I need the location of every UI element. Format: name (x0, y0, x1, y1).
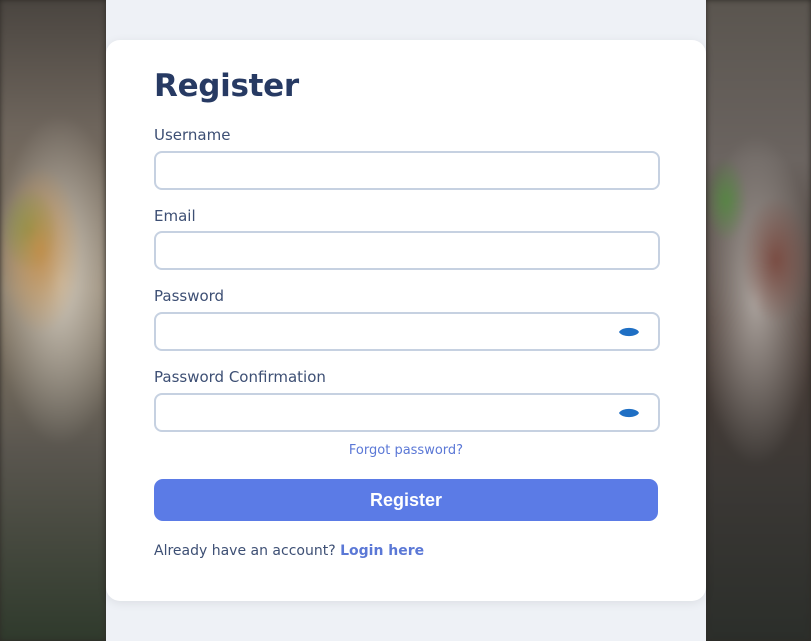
page: Register Username Email Password Passwor… (0, 0, 811, 641)
background-photo-right (706, 0, 811, 641)
forgot-password-link[interactable]: Forgot password? (349, 443, 463, 458)
email-input[interactable] (156, 233, 658, 268)
page-title: Register (154, 68, 299, 104)
username-field-box (154, 151, 660, 190)
password-field-box (154, 312, 660, 351)
username-input[interactable] (156, 153, 658, 188)
email-label: Email (154, 207, 196, 225)
login-link[interactable]: Login here (340, 543, 424, 559)
login-prompt-text: Already have an account? (154, 543, 341, 559)
forgot-password-row: Forgot password? (106, 443, 706, 458)
username-label: Username (154, 126, 231, 144)
password-input[interactable] (156, 314, 658, 349)
password-confirmation-input[interactable] (156, 395, 658, 430)
register-button[interactable]: Register (154, 479, 658, 521)
password-label: Password (154, 287, 225, 305)
eye-icon[interactable] (618, 325, 640, 339)
password-confirmation-label: Password Confirmation (154, 368, 326, 386)
login-prompt-row: Already have an account? Login here (154, 543, 424, 559)
email-field-box (154, 231, 660, 270)
background-photo-left (0, 0, 106, 641)
register-card: Register Username Email Password Passwor… (106, 40, 706, 601)
password-confirmation-field-box (154, 393, 660, 432)
eye-icon[interactable] (618, 406, 640, 420)
